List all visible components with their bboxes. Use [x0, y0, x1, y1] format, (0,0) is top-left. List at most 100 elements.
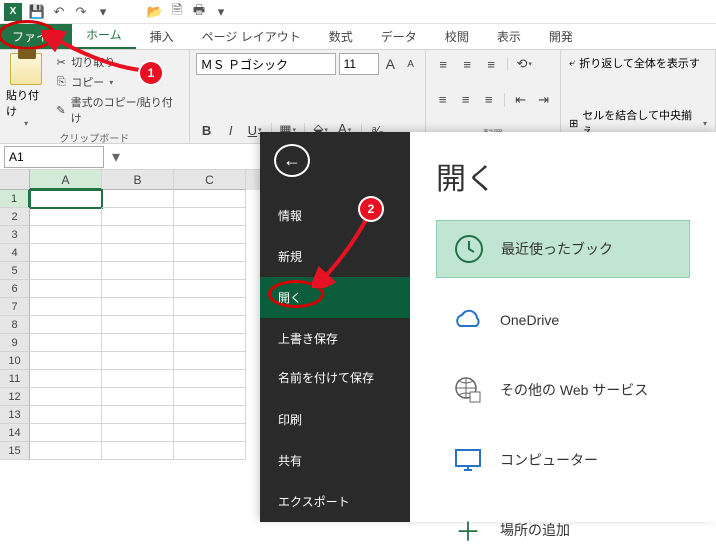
cell[interactable]	[102, 190, 174, 208]
cut-button[interactable]: ✂切り取り	[50, 53, 182, 71]
cell[interactable]	[30, 190, 102, 208]
row-header[interactable]: 3	[0, 226, 30, 244]
indent-increase-icon[interactable]: ⇥	[533, 89, 554, 111]
bs-print[interactable]: 印刷	[260, 399, 410, 440]
col-header-a[interactable]: A	[30, 170, 102, 190]
bold-button[interactable]: B	[196, 119, 218, 141]
cell[interactable]	[30, 370, 102, 388]
tab-file[interactable]: ファイル	[0, 24, 72, 49]
qat-dropdown-icon[interactable]: ▾	[92, 3, 114, 21]
cell[interactable]	[102, 334, 174, 352]
qat-new-icon[interactable]: ▾	[210, 3, 232, 21]
wrap-text-button[interactable]: ⤶折り返して全体を表示す	[567, 53, 709, 73]
cell[interactable]	[102, 280, 174, 298]
cell[interactable]	[174, 406, 246, 424]
align-bottom-icon[interactable]: ≡	[480, 53, 502, 75]
cell[interactable]	[174, 190, 246, 208]
back-button[interactable]: ←	[274, 144, 310, 177]
cell[interactable]	[30, 316, 102, 334]
qat-open-icon[interactable]: 📂	[144, 3, 166, 21]
cell[interactable]	[30, 424, 102, 442]
cell[interactable]	[30, 352, 102, 370]
row-header[interactable]: 11	[0, 370, 30, 388]
row-header[interactable]: 12	[0, 388, 30, 406]
select-all-corner[interactable]	[0, 170, 30, 190]
cell[interactable]	[174, 244, 246, 262]
cell[interactable]	[174, 226, 246, 244]
italic-button[interactable]: I	[220, 119, 242, 141]
cell[interactable]	[30, 298, 102, 316]
cell[interactable]	[102, 388, 174, 406]
row-header[interactable]: 7	[0, 298, 30, 316]
cell[interactable]	[102, 442, 174, 460]
cell[interactable]	[30, 334, 102, 352]
option-recent[interactable]: 最近使ったブック	[436, 220, 690, 278]
cell[interactable]	[102, 298, 174, 316]
tab-insert[interactable]: 挿入	[136, 24, 188, 49]
row-header[interactable]: 15	[0, 442, 30, 460]
cell[interactable]	[102, 352, 174, 370]
row-header[interactable]: 6	[0, 280, 30, 298]
cell[interactable]	[102, 370, 174, 388]
tab-formulas[interactable]: 数式	[315, 24, 367, 49]
cell[interactable]	[102, 208, 174, 226]
tab-pagelayout[interactable]: ページ レイアウト	[188, 24, 315, 49]
qat-preview-icon[interactable]: 🖶	[188, 3, 210, 21]
option-computer[interactable]: コンピューター	[436, 432, 690, 488]
cell[interactable]	[30, 280, 102, 298]
cell[interactable]	[174, 280, 246, 298]
namebox-dropdown-icon[interactable]: ▾	[108, 147, 124, 167]
cell[interactable]	[30, 262, 102, 280]
bs-share[interactable]: 共有	[260, 440, 410, 481]
bs-open[interactable]: 開く	[260, 277, 410, 318]
row-header[interactable]: 2	[0, 208, 30, 226]
option-onedrive[interactable]: OneDrive	[436, 292, 690, 348]
align-right-icon[interactable]: ≡	[478, 89, 499, 111]
indent-decrease-icon[interactable]: ⇤	[510, 89, 531, 111]
row-header[interactable]: 1	[0, 190, 30, 208]
col-header-b[interactable]: B	[102, 170, 174, 190]
cell[interactable]	[30, 244, 102, 262]
cell[interactable]	[102, 424, 174, 442]
row-header[interactable]: 8	[0, 316, 30, 334]
row-header[interactable]: 9	[0, 334, 30, 352]
cell[interactable]	[174, 370, 246, 388]
col-header-c[interactable]: C	[174, 170, 246, 190]
tab-data[interactable]: データ	[367, 24, 431, 49]
row-header[interactable]: 4	[0, 244, 30, 262]
align-top-icon[interactable]: ≡	[432, 53, 454, 75]
tab-view[interactable]: 表示	[483, 24, 535, 49]
cell[interactable]	[30, 442, 102, 460]
cell[interactable]	[102, 262, 174, 280]
cell[interactable]	[102, 244, 174, 262]
cell[interactable]	[174, 352, 246, 370]
cell[interactable]	[174, 298, 246, 316]
qat-redo-icon[interactable]: ↷	[70, 3, 92, 21]
option-addplace[interactable]: ＋ 場所の追加	[436, 502, 690, 558]
paste-button[interactable]: 貼り付け ▾	[6, 53, 46, 128]
cell[interactable]	[174, 442, 246, 460]
format-painter-button[interactable]: ✎書式のコピー/貼り付け	[50, 93, 182, 127]
name-box[interactable]	[4, 146, 104, 168]
font-name-select[interactable]	[196, 53, 336, 75]
cell[interactable]	[102, 406, 174, 424]
qat-undo-icon[interactable]: ↶	[48, 3, 70, 21]
decrease-font-icon[interactable]: A	[402, 53, 419, 75]
cell[interactable]	[30, 208, 102, 226]
qat-save-icon[interactable]: 💾	[26, 3, 48, 21]
qat-quickprint-icon[interactable]: 🗎	[166, 3, 188, 21]
cell[interactable]	[102, 316, 174, 334]
align-middle-icon[interactable]: ≡	[456, 53, 478, 75]
increase-font-icon[interactable]: A	[382, 53, 399, 75]
row-header[interactable]: 13	[0, 406, 30, 424]
tab-home[interactable]: ホーム	[72, 22, 136, 49]
bs-export[interactable]: エクスポート	[260, 481, 410, 522]
copy-button[interactable]: ⎘コピー▾	[50, 73, 182, 91]
row-header[interactable]: 10	[0, 352, 30, 370]
tab-developer[interactable]: 開発	[535, 24, 587, 49]
bs-saveas[interactable]: 名前を付けて保存	[260, 359, 410, 399]
row-header[interactable]: 5	[0, 262, 30, 280]
cell[interactable]	[30, 406, 102, 424]
cell[interactable]	[102, 226, 174, 244]
cell[interactable]	[174, 316, 246, 334]
